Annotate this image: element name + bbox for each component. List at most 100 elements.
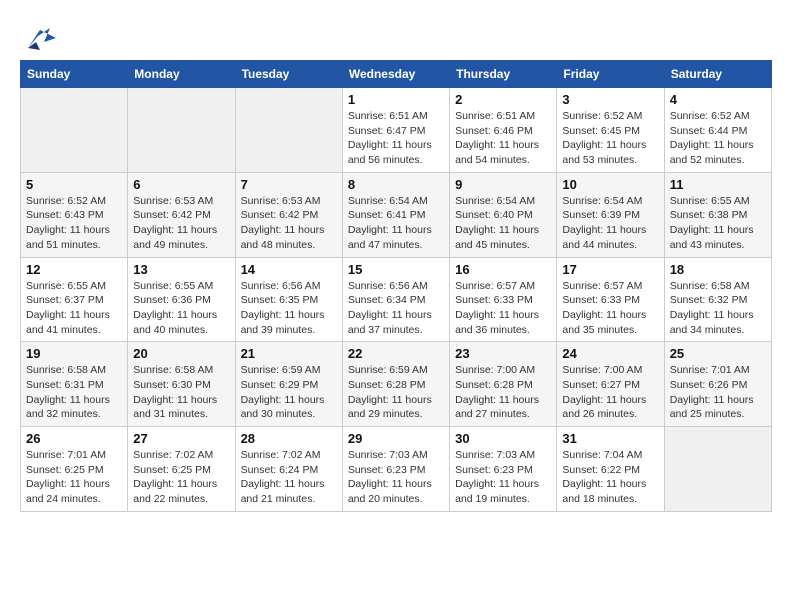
logo-icon (20, 20, 60, 50)
calendar-cell: 20 Sunrise: 6:58 AM Sunset: 6:30 PM Dayli… (128, 342, 235, 427)
calendar-cell: 5 Sunrise: 6:52 AM Sunset: 6:43 PM Daylig… (21, 172, 128, 257)
calendar-cell: 21 Sunrise: 6:59 AM Sunset: 6:29 PM Dayli… (235, 342, 342, 427)
day-number: 25 (670, 346, 766, 361)
day-info: Sunrise: 7:04 AM Sunset: 6:22 PM Dayligh… (562, 448, 658, 507)
day-number: 24 (562, 346, 658, 361)
day-info: Sunrise: 7:01 AM Sunset: 6:25 PM Dayligh… (26, 448, 122, 507)
calendar-cell: 29 Sunrise: 7:03 AM Sunset: 6:23 PM Dayli… (342, 427, 449, 512)
calendar-week-5: 26 Sunrise: 7:01 AM Sunset: 6:25 PM Dayli… (21, 427, 772, 512)
calendar-cell: 4 Sunrise: 6:52 AM Sunset: 6:44 PM Daylig… (664, 88, 771, 173)
dow-header-friday: Friday (557, 61, 664, 88)
day-number: 19 (26, 346, 122, 361)
calendar-cell: 27 Sunrise: 7:02 AM Sunset: 6:25 PM Dayli… (128, 427, 235, 512)
day-number: 21 (241, 346, 337, 361)
day-info: Sunrise: 6:56 AM Sunset: 6:35 PM Dayligh… (241, 279, 337, 338)
calendar-week-3: 12Sunrise: 6:55 AM Sunset: 6:37 PM Dayli… (21, 257, 772, 342)
day-number: 14 (241, 262, 337, 277)
calendar-cell: 9Sunrise: 6:54 AM Sunset: 6:40 PM Daylig… (450, 172, 557, 257)
day-number: 15 (348, 262, 444, 277)
calendar-cell: 14 Sunrise: 6:56 AM Sunset: 6:35 PM Dayli… (235, 257, 342, 342)
day-number: 9 (455, 177, 551, 192)
calendar-cell: 2 Sunrise: 6:51 AM Sunset: 6:46 PM Daylig… (450, 88, 557, 173)
calendar-week-4: 19 Sunrise: 6:58 AM Sunset: 6:31 PM Dayli… (21, 342, 772, 427)
day-info: Sunrise: 6:55 AM Sunset: 6:37 PM Dayligh… (26, 279, 122, 338)
day-number: 4 (670, 92, 766, 107)
calendar-cell: 26 Sunrise: 7:01 AM Sunset: 6:25 PM Dayli… (21, 427, 128, 512)
calendar-cell: 8 Sunrise: 6:54 AM Sunset: 6:41 PM Daylig… (342, 172, 449, 257)
day-number: 30 (455, 431, 551, 446)
calendar-cell: 13Sunrise: 6:55 AM Sunset: 6:36 PM Dayli… (128, 257, 235, 342)
calendar-cell: 31 Sunrise: 7:04 AM Sunset: 6:22 PM Dayli… (557, 427, 664, 512)
day-info: Sunrise: 6:58 AM Sunset: 6:30 PM Dayligh… (133, 363, 229, 422)
dow-header-sunday: Sunday (21, 61, 128, 88)
day-number: 26 (26, 431, 122, 446)
day-number: 17 (562, 262, 658, 277)
calendar-cell: 15Sunrise: 6:56 AM Sunset: 6:34 PM Dayli… (342, 257, 449, 342)
day-info: Sunrise: 6:51 AM Sunset: 6:47 PM Dayligh… (348, 109, 444, 168)
calendar-week-1: 1 Sunrise: 6:51 AM Sunset: 6:47 PM Daylig… (21, 88, 772, 173)
calendar-cell (235, 88, 342, 173)
day-number: 29 (348, 431, 444, 446)
calendar-cell: 24 Sunrise: 7:00 AM Sunset: 6:27 PM Dayli… (557, 342, 664, 427)
day-info: Sunrise: 7:03 AM Sunset: 6:23 PM Dayligh… (348, 448, 444, 507)
dow-header-monday: Monday (128, 61, 235, 88)
logo (20, 20, 64, 50)
day-info: Sunrise: 6:57 AM Sunset: 6:33 PM Dayligh… (562, 279, 658, 338)
day-info: Sunrise: 6:54 AM Sunset: 6:39 PM Dayligh… (562, 194, 658, 253)
day-info: Sunrise: 6:54 AM Sunset: 6:41 PM Dayligh… (348, 194, 444, 253)
day-number: 7 (241, 177, 337, 192)
calendar-cell: 25 Sunrise: 7:01 AM Sunset: 6:26 PM Dayli… (664, 342, 771, 427)
day-number: 8 (348, 177, 444, 192)
dow-header-thursday: Thursday (450, 61, 557, 88)
day-info: Sunrise: 6:59 AM Sunset: 6:29 PM Dayligh… (241, 363, 337, 422)
calendar-cell: 12Sunrise: 6:55 AM Sunset: 6:37 PM Dayli… (21, 257, 128, 342)
calendar-cell (21, 88, 128, 173)
day-info: Sunrise: 6:52 AM Sunset: 6:45 PM Dayligh… (562, 109, 658, 168)
day-number: 11 (670, 177, 766, 192)
day-number: 20 (133, 346, 229, 361)
day-info: Sunrise: 6:55 AM Sunset: 6:36 PM Dayligh… (133, 279, 229, 338)
dow-header-wednesday: Wednesday (342, 61, 449, 88)
day-info: Sunrise: 6:53 AM Sunset: 6:42 PM Dayligh… (133, 194, 229, 253)
day-info: Sunrise: 6:51 AM Sunset: 6:46 PM Dayligh… (455, 109, 551, 168)
calendar-cell: 18Sunrise: 6:58 AM Sunset: 6:32 PM Dayli… (664, 257, 771, 342)
day-number: 2 (455, 92, 551, 107)
calendar-cell: 19 Sunrise: 6:58 AM Sunset: 6:31 PM Dayli… (21, 342, 128, 427)
day-info: Sunrise: 6:52 AM Sunset: 6:43 PM Dayligh… (26, 194, 122, 253)
day-info: Sunrise: 6:52 AM Sunset: 6:44 PM Dayligh… (670, 109, 766, 168)
day-info: Sunrise: 6:59 AM Sunset: 6:28 PM Dayligh… (348, 363, 444, 422)
day-info: Sunrise: 6:53 AM Sunset: 6:42 PM Dayligh… (241, 194, 337, 253)
days-of-week-row: SundayMondayTuesdayWednesdayThursdayFrid… (21, 61, 772, 88)
day-info: Sunrise: 7:03 AM Sunset: 6:23 PM Dayligh… (455, 448, 551, 507)
day-info: Sunrise: 7:00 AM Sunset: 6:27 PM Dayligh… (562, 363, 658, 422)
day-info: Sunrise: 6:58 AM Sunset: 6:31 PM Dayligh… (26, 363, 122, 422)
day-number: 5 (26, 177, 122, 192)
day-number: 23 (455, 346, 551, 361)
day-info: Sunrise: 6:58 AM Sunset: 6:32 PM Dayligh… (670, 279, 766, 338)
day-number: 31 (562, 431, 658, 446)
day-number: 1 (348, 92, 444, 107)
day-info: Sunrise: 6:55 AM Sunset: 6:38 PM Dayligh… (670, 194, 766, 253)
calendar-cell: 22 Sunrise: 6:59 AM Sunset: 6:28 PM Dayli… (342, 342, 449, 427)
calendar: SundayMondayTuesdayWednesdayThursdayFrid… (20, 60, 772, 512)
day-info: Sunrise: 7:02 AM Sunset: 6:25 PM Dayligh… (133, 448, 229, 507)
day-info: Sunrise: 7:00 AM Sunset: 6:28 PM Dayligh… (455, 363, 551, 422)
day-number: 27 (133, 431, 229, 446)
calendar-cell: 11 Sunrise: 6:55 AM Sunset: 6:38 PM Dayli… (664, 172, 771, 257)
calendar-cell: 16Sunrise: 6:57 AM Sunset: 6:33 PM Dayli… (450, 257, 557, 342)
calendar-cell: 23 Sunrise: 7:00 AM Sunset: 6:28 PM Dayli… (450, 342, 557, 427)
header (20, 20, 772, 50)
day-info: Sunrise: 7:01 AM Sunset: 6:26 PM Dayligh… (670, 363, 766, 422)
calendar-cell: 10 Sunrise: 6:54 AM Sunset: 6:39 PM Dayli… (557, 172, 664, 257)
calendar-cell: 28Sunrise: 7:02 AM Sunset: 6:24 PM Dayli… (235, 427, 342, 512)
day-number: 28 (241, 431, 337, 446)
day-number: 16 (455, 262, 551, 277)
calendar-cell: 3Sunrise: 6:52 AM Sunset: 6:45 PM Daylig… (557, 88, 664, 173)
day-number: 22 (348, 346, 444, 361)
dow-header-saturday: Saturday (664, 61, 771, 88)
calendar-cell: 30 Sunrise: 7:03 AM Sunset: 6:23 PM Dayli… (450, 427, 557, 512)
calendar-cell: 6 Sunrise: 6:53 AM Sunset: 6:42 PM Daylig… (128, 172, 235, 257)
day-number: 6 (133, 177, 229, 192)
day-number: 10 (562, 177, 658, 192)
calendar-cell (664, 427, 771, 512)
